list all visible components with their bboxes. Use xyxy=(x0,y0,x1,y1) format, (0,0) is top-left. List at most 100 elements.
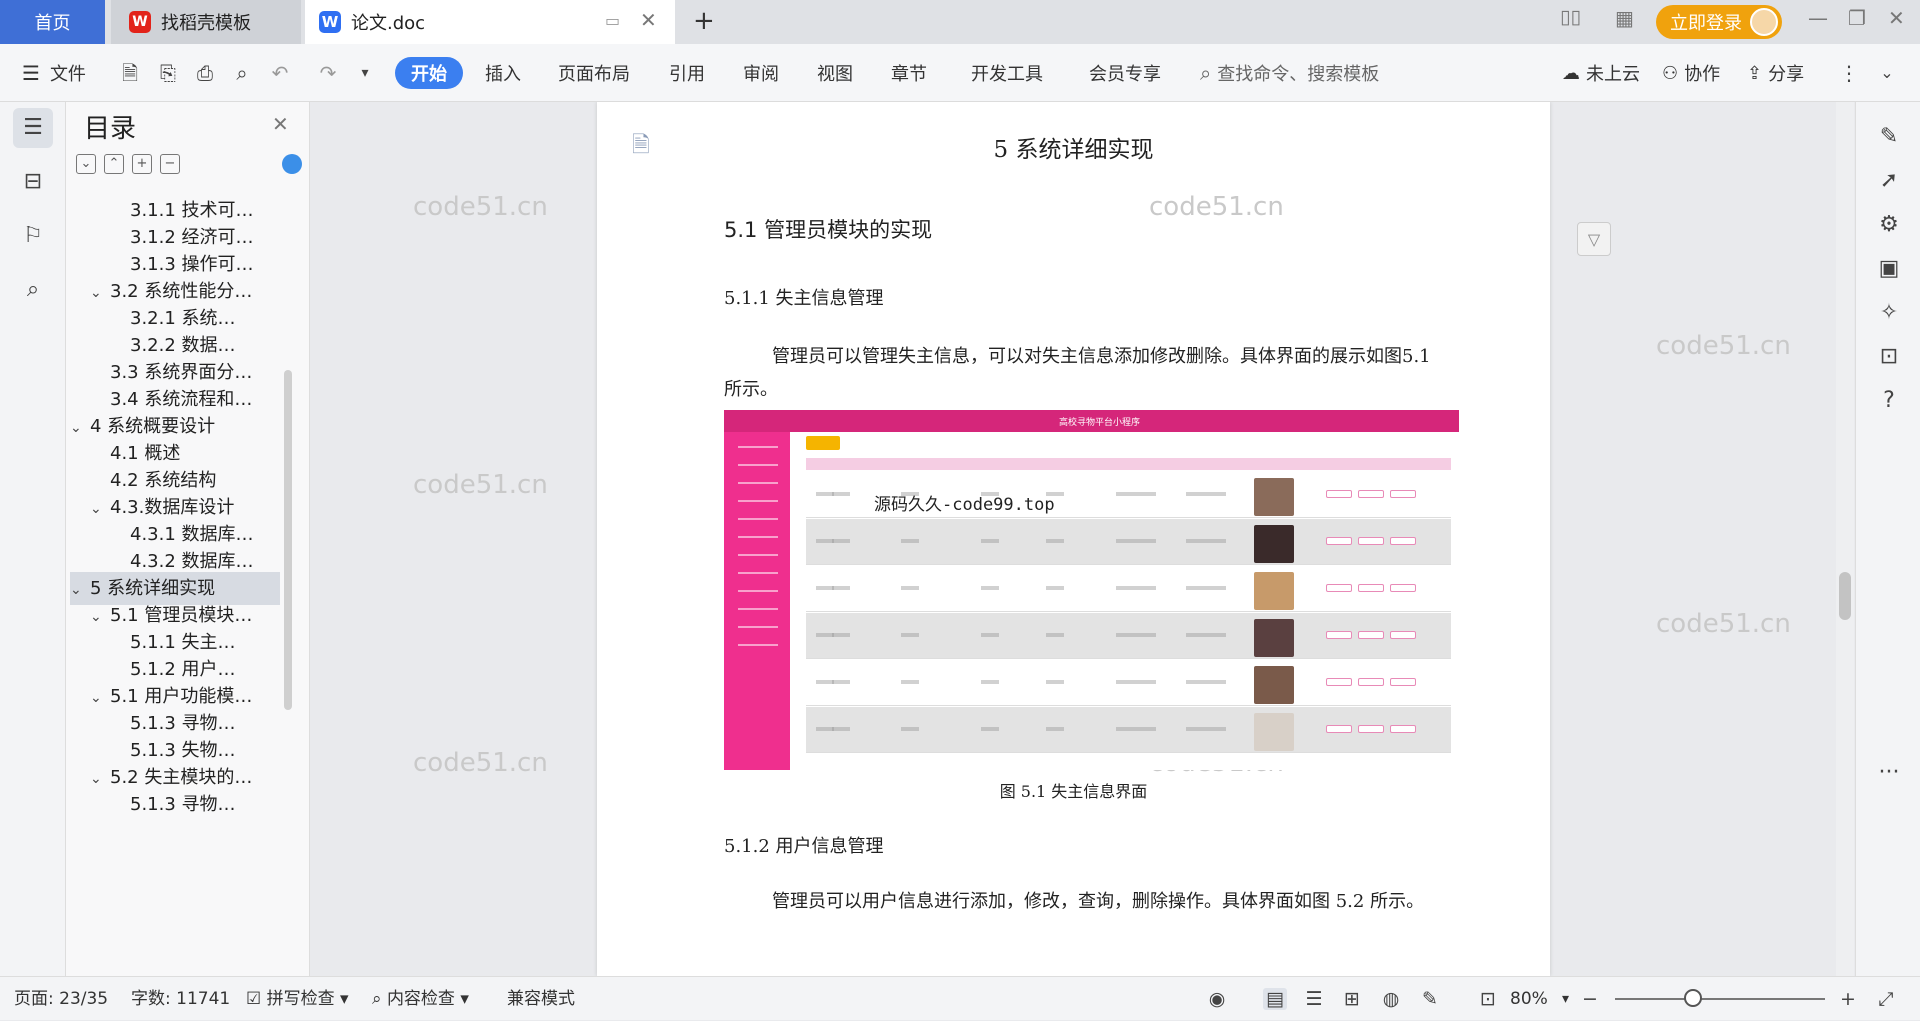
adjust-sliders-icon[interactable]: ⚙ xyxy=(1874,210,1904,240)
document-scrollbar[interactable] xyxy=(1836,102,1854,976)
content-check-button[interactable]: ⌕ 内容检查 ▾ xyxy=(372,977,469,1021)
image-tool-icon[interactable]: ▣ xyxy=(1874,254,1904,284)
toc-item-label: 4.1 概述 xyxy=(110,443,181,464)
zoom-slider-handle[interactable] xyxy=(1684,989,1702,1007)
close-tab-icon[interactable]: ✕ xyxy=(640,8,657,32)
tab-document[interactable]: W 论文.doc ▭ ✕ xyxy=(305,0,675,44)
tab-home[interactable]: 首页 xyxy=(0,0,105,44)
cloud-status[interactable]: ☁ 未上云 xyxy=(1562,44,1640,102)
figure-action-chip xyxy=(1326,584,1352,592)
more-dropdown-icon[interactable]: ▾ xyxy=(352,61,378,85)
more-options-icon[interactable]: ⋮ xyxy=(1836,61,1862,85)
spellcheck-button[interactable]: ☑ 拼写检查 ▾ xyxy=(246,977,349,1021)
figure-action-chip xyxy=(1358,631,1384,639)
toc-item-label: 5.1.3 寻物… xyxy=(130,794,236,815)
toc-panel-icon[interactable]: ☰ xyxy=(13,108,53,148)
ribbon-tab-layout[interactable]: 页面布局 xyxy=(558,44,630,102)
ribbon-tab-member[interactable]: 会员专享 xyxy=(1089,44,1161,102)
ribbon-tab-start[interactable]: 开始 xyxy=(395,57,463,89)
toc-item[interactable]: 5.1.3 寻物… xyxy=(130,788,236,821)
fullscreen-icon[interactable]: ⤢ xyxy=(1874,988,1898,1010)
toc-scrollbar[interactable] xyxy=(284,370,292,710)
bookmark-icon[interactable]: ⚐ xyxy=(13,216,53,256)
close-window-icon[interactable]: ✕ xyxy=(1888,6,1905,30)
expand-all-icon[interactable]: ⌄ xyxy=(76,154,96,174)
share-button[interactable]: ⇪ 分享 xyxy=(1747,44,1804,102)
monitor-icon[interactable]: ▭ xyxy=(605,11,620,30)
chevron-down-icon[interactable]: ⌄ xyxy=(90,601,110,634)
new-tab-button[interactable]: + xyxy=(693,6,715,36)
command-search[interactable]: ⌕ 查找命令、搜索模板 xyxy=(1200,44,1379,102)
toc-item-label: 4 系统概要设计 xyxy=(90,416,216,437)
chevron-down-icon[interactable]: ⌄ xyxy=(90,277,110,310)
export-pdf-icon[interactable]: ⎘ xyxy=(155,61,181,85)
help-icon[interactable]: ? xyxy=(1874,386,1904,416)
zoom-level[interactable]: 80% xyxy=(1510,977,1548,1021)
reading-view-icon[interactable]: ⊞ xyxy=(1340,988,1364,1010)
write-mode-icon[interactable]: ✎ xyxy=(1418,988,1442,1010)
minimize-icon[interactable]: — xyxy=(1808,6,1828,30)
zoom-dropdown-icon[interactable]: ▾ xyxy=(1562,977,1569,1021)
fit-page-icon[interactable]: ⊡ xyxy=(1476,988,1500,1010)
select-pointer-icon[interactable]: ➚ xyxy=(1874,166,1904,196)
zoom-slider[interactable] xyxy=(1615,998,1825,1000)
assistant-icon[interactable] xyxy=(282,154,302,174)
add-heading-icon[interactable]: + xyxy=(132,154,152,174)
edit-pen-icon[interactable]: ✎ xyxy=(1874,122,1904,152)
navigation-pane-icon[interactable]: ⊟ xyxy=(13,162,53,202)
ribbon-tab-developer[interactable]: 开发工具 xyxy=(971,44,1043,102)
figure-table-row xyxy=(806,613,1451,659)
page-indicator[interactable]: 页面: 23/35 xyxy=(14,977,108,1021)
ribbon-tab-references[interactable]: 引用 xyxy=(669,44,705,102)
chevron-down-icon[interactable]: ⌄ xyxy=(90,763,110,796)
login-button[interactable]: 立即登录 xyxy=(1656,5,1782,39)
save-icon[interactable]: 🗎 xyxy=(117,61,143,85)
print-icon[interactable]: ⎙ xyxy=(192,61,218,85)
eye-protect-icon[interactable]: ◉ xyxy=(1205,988,1229,1010)
ribbon-tab-review[interactable]: 审阅 xyxy=(743,44,779,102)
toc-item-label: 5.1.3 失物… xyxy=(130,740,236,761)
chevron-down-icon[interactable]: ⌄ xyxy=(90,682,110,715)
toc-item-label: 3.1.1 技术可… xyxy=(130,200,254,221)
chevron-down-icon[interactable]: ⌄ xyxy=(70,412,90,445)
tab-templates[interactable]: W 找稻壳模板 xyxy=(111,0,301,44)
zoom-out-icon[interactable]: − xyxy=(1578,988,1602,1010)
close-toc-icon[interactable]: ✕ xyxy=(272,112,289,136)
print-preview-icon[interactable]: ⌕ xyxy=(229,61,255,85)
redo-icon[interactable]: ↷ xyxy=(315,61,341,85)
ai-assistant-icon[interactable]: ✧ xyxy=(1874,298,1904,328)
outline-view-icon[interactable]: ☰ xyxy=(1302,988,1326,1010)
more-tools-icon[interactable]: ··· xyxy=(1874,758,1904,788)
collapse-all-icon[interactable]: ⌃ xyxy=(104,154,124,174)
document-area[interactable]: code51.cn code51.cn code51.cn code51.cn … xyxy=(310,102,1845,976)
word-count[interactable]: 字数: 11741 xyxy=(131,977,230,1021)
spellcheck-label: 拼写检查 xyxy=(266,989,335,1009)
collapse-ribbon-icon[interactable]: ⌄ xyxy=(1874,61,1900,85)
chevron-down-icon[interactable]: ⌄ xyxy=(70,574,90,607)
section-heading-5-1-2: 5.1.2 用户信息管理 xyxy=(724,836,884,857)
figure-menu-item xyxy=(738,446,778,448)
figure-action-chip xyxy=(1326,725,1352,733)
watermark: code51.cn xyxy=(413,192,548,222)
figure-action-chip xyxy=(1390,490,1416,498)
page-collapse-icon[interactable]: ▽ xyxy=(1577,222,1611,256)
toc-item-label: 3.1.2 经济可… xyxy=(130,227,254,248)
undo-icon[interactable]: ↶ xyxy=(267,61,293,85)
collab-button[interactable]: ⚇ 协作 xyxy=(1662,44,1720,102)
file-menu[interactable]: ☰ 文件 xyxy=(22,44,86,102)
ribbon-tab-view[interactable]: 视图 xyxy=(817,44,853,102)
zoom-in-icon[interactable]: + xyxy=(1836,988,1860,1010)
web-view-icon[interactable]: ◍ xyxy=(1379,988,1403,1010)
ribbon-tab-chapter[interactable]: 章节 xyxy=(891,44,927,102)
document-scroll-thumb[interactable] xyxy=(1839,572,1851,620)
restore-icon[interactable]: ❐ xyxy=(1848,6,1866,30)
apps-grid-icon[interactable]: ▦ xyxy=(1615,6,1634,30)
find-icon[interactable]: ⌕ xyxy=(13,270,53,310)
chevron-down-icon[interactable]: ⌄ xyxy=(90,493,110,526)
page-view-icon[interactable]: ▤ xyxy=(1263,988,1287,1010)
ribbon-tab-insert[interactable]: 插入 xyxy=(485,44,521,102)
status-bar: 页面: 23/35 字数: 11741 ☑ 拼写检查 ▾ ⌕ 内容检查 ▾ 兼容… xyxy=(0,976,1920,1020)
reader-icon[interactable]: ⊡ xyxy=(1874,342,1904,372)
remove-heading-icon[interactable]: − xyxy=(160,154,180,174)
layout-icon[interactable]: ▯▯ xyxy=(1560,6,1581,28)
